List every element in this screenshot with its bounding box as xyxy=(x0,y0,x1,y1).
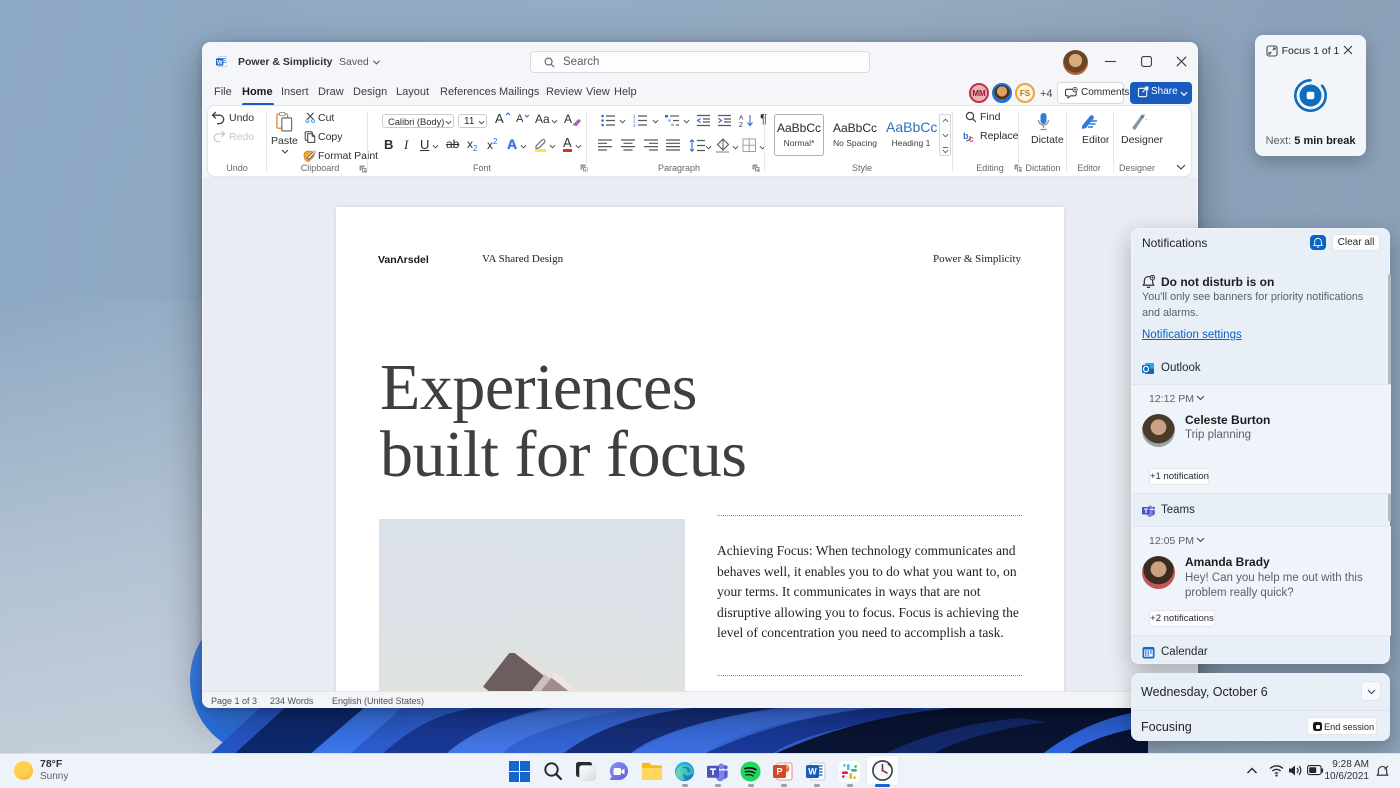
svg-text:A: A xyxy=(739,115,744,122)
svg-text:Z: Z xyxy=(739,122,743,128)
svg-text:W: W xyxy=(808,766,817,776)
svg-text:3: 3 xyxy=(633,123,636,127)
svg-text:P: P xyxy=(776,766,782,776)
svg-text:W: W xyxy=(217,60,223,66)
